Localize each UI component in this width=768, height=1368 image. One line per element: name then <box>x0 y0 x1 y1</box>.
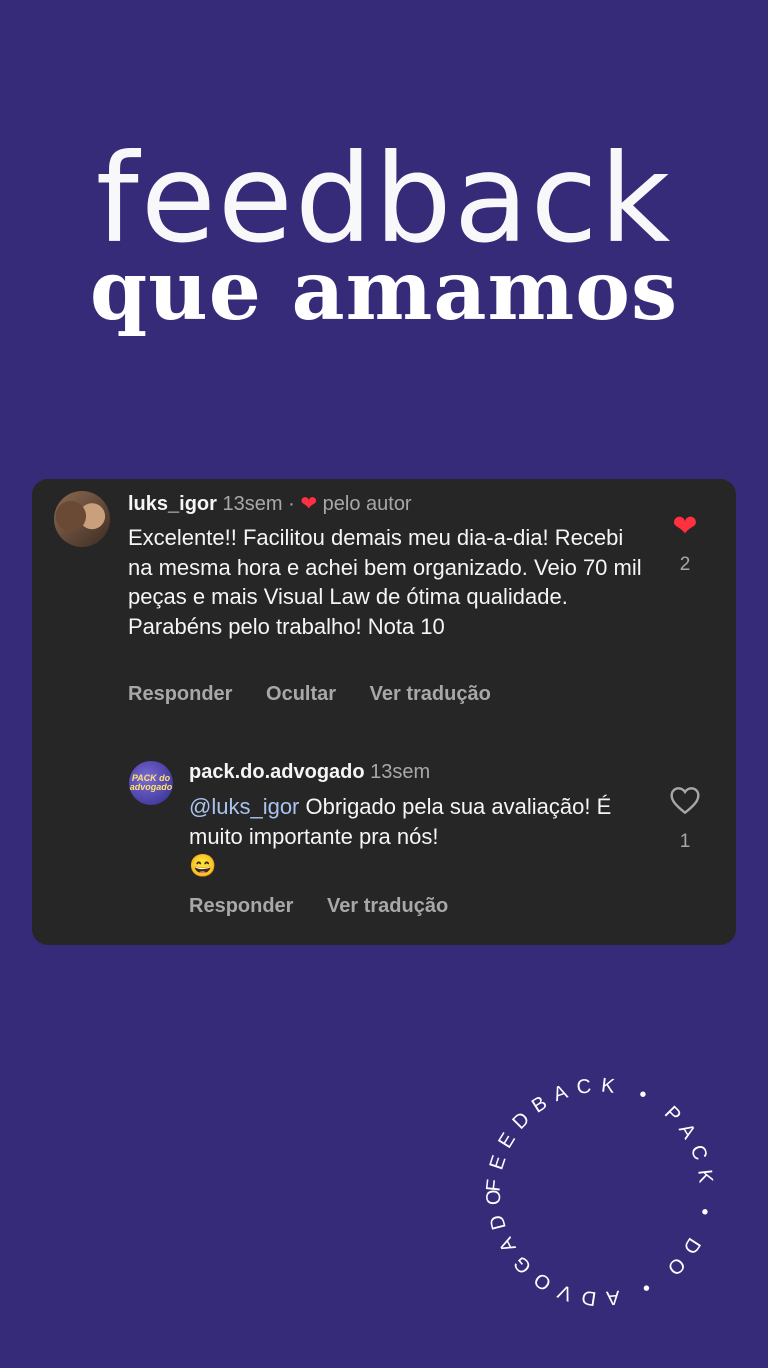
reply-username[interactable]: pack.do.advogado <box>189 761 365 783</box>
reply-time: 13sem <box>370 761 431 783</box>
grin-emoji-icon: 😄 <box>189 853 217 878</box>
liked-by-author-label: pelo autor <box>322 493 412 515</box>
comment-like: ❤ 2 <box>665 512 705 576</box>
reply-like-count: 1 <box>679 831 691 852</box>
reply-actions: Responder Ver tradução <box>189 895 476 918</box>
reply-translate-button[interactable]: Ver tradução <box>327 895 448 917</box>
headline-que-amamos: que amamos <box>89 243 679 339</box>
reply-avatar-text: PACK do advogado <box>129 773 173 792</box>
meta-separator: · <box>288 493 295 515</box>
reply-meta: pack.do.advogado 13sem <box>189 761 430 784</box>
reply-text: @luks_igor Obrigado pela sua avaliação! … <box>189 792 659 881</box>
reply-like: 1 <box>665 785 705 853</box>
heart-icon: ❤ <box>300 493 318 515</box>
comment-card: luks_igor 13sem · ❤ pelo autor Excelente… <box>32 479 736 945</box>
comment-meta: luks_igor 13sem · ❤ pelo autor <box>128 491 412 516</box>
comment-actions: Responder Ocultar Ver tradução <box>128 683 519 706</box>
reply-reply-button[interactable]: Responder <box>189 895 293 917</box>
reply-button[interactable]: Responder <box>128 683 232 705</box>
headline-feedback: feedback <box>95 128 673 270</box>
reply-mention[interactable]: @luks_igor <box>189 794 299 819</box>
hide-button[interactable]: Ocultar <box>266 683 336 705</box>
comment-like-count: 2 <box>679 554 691 575</box>
translate-button[interactable]: Ver tradução <box>370 683 491 705</box>
reply-avatar[interactable]: PACK do advogado <box>129 761 173 805</box>
avatar[interactable] <box>54 491 110 547</box>
heart-outline-icon[interactable] <box>665 785 705 821</box>
comment-text: Excelente!! Facilitou demais meu dia-a-d… <box>128 525 642 639</box>
heart-filled-icon[interactable]: ❤ <box>665 512 705 542</box>
comment-username[interactable]: luks_igor <box>128 493 217 515</box>
seal-text: FEEDBACK • PACK • DO • ADVOGADO • <box>480 1072 718 1310</box>
feedback-seal: FEEDBACK • PACK • DO • ADVOGADO • <box>480 1072 718 1310</box>
comment-time: 13sem <box>222 493 283 515</box>
